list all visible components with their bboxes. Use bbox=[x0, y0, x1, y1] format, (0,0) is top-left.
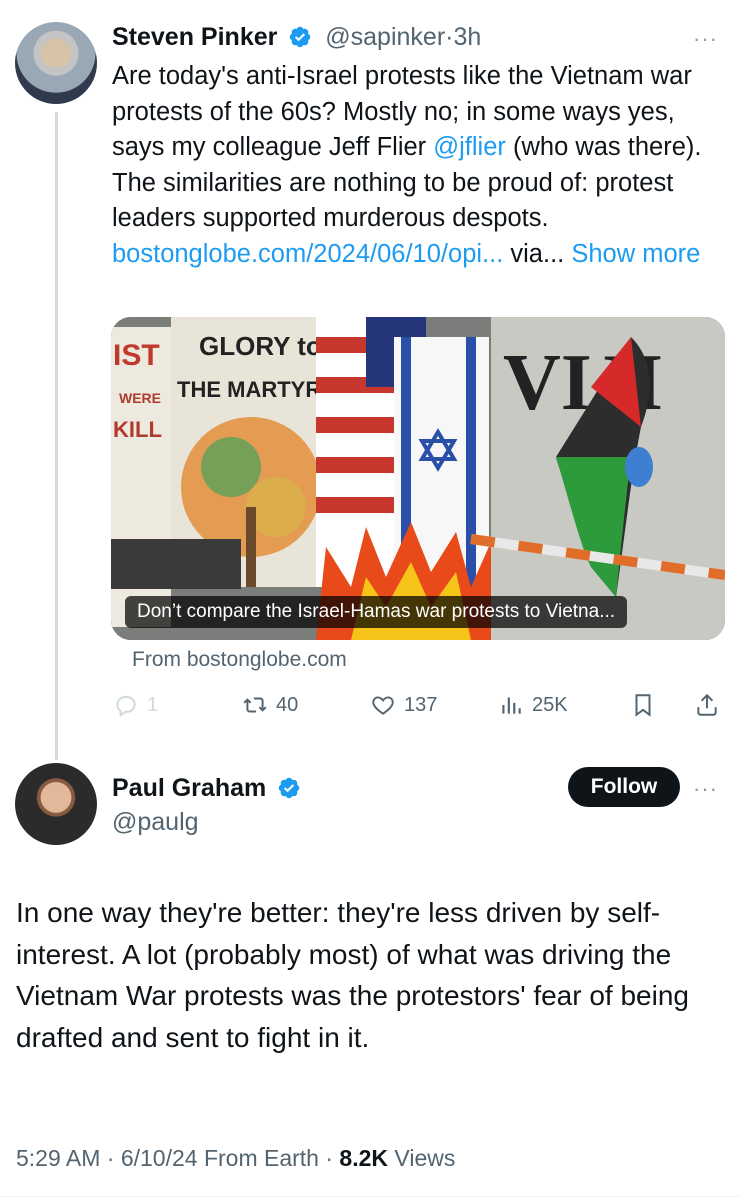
post-time[interactable]: 3h bbox=[453, 23, 481, 51]
divider bbox=[0, 1196, 741, 1197]
avatar-steven-pinker[interactable] bbox=[15, 22, 97, 104]
article-url-link[interactable]: bostonglobe.com/2024/06/10/opi... bbox=[112, 240, 503, 268]
bookmark-icon bbox=[635, 694, 651, 717]
author-name[interactable]: Paul Graham bbox=[112, 774, 266, 802]
share-button[interactable] bbox=[694, 692, 720, 718]
author-handle[interactable]: @sapinker bbox=[325, 23, 445, 51]
show-more-link[interactable]: Show more bbox=[571, 240, 700, 268]
verified-badge-icon bbox=[278, 777, 300, 799]
via-text: via... bbox=[503, 239, 572, 268]
svg-text:WERE: WERE bbox=[119, 390, 161, 406]
views-button[interactable]: 25K bbox=[498, 692, 568, 718]
views-count: 8.2K bbox=[339, 1145, 389, 1171]
verified-badge-icon bbox=[290, 26, 311, 48]
more-icon[interactable]: ··· bbox=[693, 776, 718, 802]
mention-link[interactable]: @jflier bbox=[433, 133, 506, 161]
bookmark-button[interactable] bbox=[630, 692, 656, 718]
repost-button[interactable]: 40 bbox=[242, 692, 298, 718]
follow-button[interactable]: Follow bbox=[568, 767, 680, 807]
post-meta: 5:29 AM · 6/10/24 From Earth · 8.2K View… bbox=[16, 1145, 455, 1172]
tweet2-header: Paul Graham bbox=[112, 773, 307, 803]
avatar-paul-graham[interactable] bbox=[15, 763, 97, 845]
like-icon bbox=[372, 696, 394, 715]
svg-text:THE MARTYRS: THE MARTYRS bbox=[177, 377, 336, 402]
views-count: 25K bbox=[532, 693, 568, 716]
svg-text:GLORY to: GLORY to bbox=[199, 331, 322, 361]
card-source[interactable]: From bostonglobe.com bbox=[132, 648, 347, 672]
card-title[interactable]: Don’t compare the Israel-Hamas war prote… bbox=[125, 596, 628, 628]
repost-count: 40 bbox=[276, 693, 299, 716]
svg-text:KILL: KILL bbox=[113, 417, 162, 442]
share-icon bbox=[697, 693, 717, 716]
more-icon[interactable]: ··· bbox=[693, 26, 718, 52]
author-handle[interactable]: @paulg bbox=[112, 808, 199, 837]
views-label: Views bbox=[388, 1145, 456, 1171]
reply-count: 1 bbox=[147, 693, 159, 716]
tweet2-text: In one way they're better: they're less … bbox=[16, 897, 689, 1053]
views-icon bbox=[502, 697, 521, 714]
repost-icon bbox=[243, 697, 267, 713]
like-count: 137 bbox=[404, 693, 438, 716]
reply-button[interactable]: 1 bbox=[113, 692, 158, 718]
link-card[interactable]: IST WERE KILL GLORY to THE MARTYRS VIJI bbox=[111, 317, 725, 640]
post-timestamp[interactable]: 5:29 AM · 6/10/24 From Earth · bbox=[16, 1145, 339, 1171]
reply-icon bbox=[116, 695, 136, 717]
author-name[interactable]: Steven Pinker bbox=[112, 23, 277, 51]
tweet1-header: Steven Pinker @sapinker·3h bbox=[112, 21, 481, 53]
card-image: IST WERE KILL GLORY to THE MARTYRS VIJI bbox=[111, 317, 725, 640]
action-bar: 1 40 137 25K bbox=[0, 688, 741, 722]
svg-text:IST: IST bbox=[113, 339, 160, 372]
tweet1-text: Are today's anti-Israel protests like th… bbox=[112, 59, 722, 272]
thread-line bbox=[55, 112, 58, 760]
like-button[interactable]: 137 bbox=[370, 692, 437, 718]
